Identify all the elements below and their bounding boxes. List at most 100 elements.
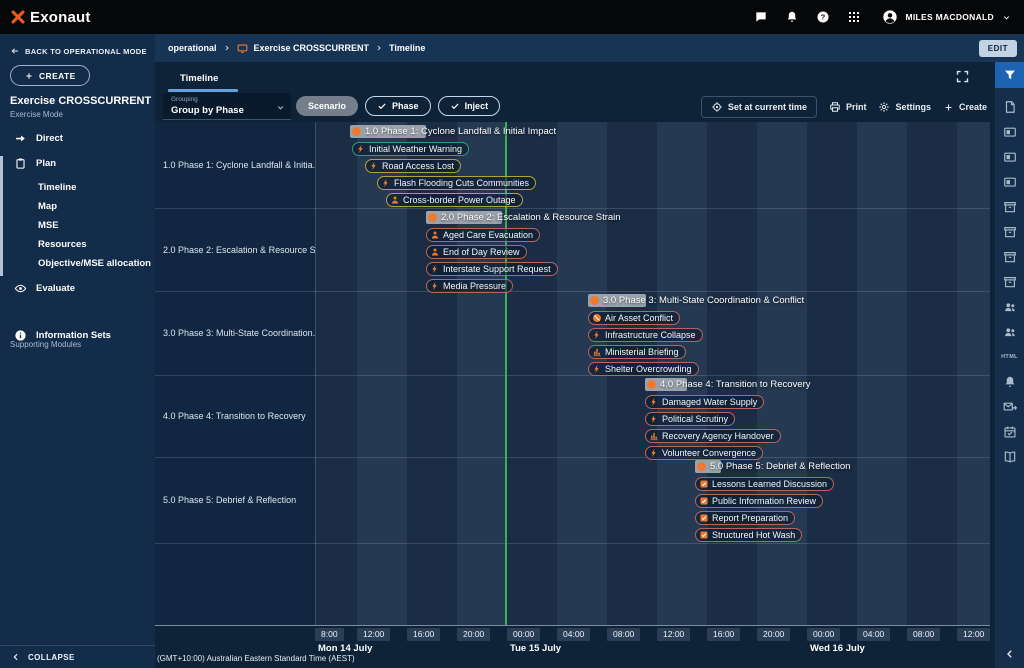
- tool-people-icon[interactable]: [995, 319, 1024, 344]
- lightning-icon: [369, 161, 379, 171]
- inject-shelter-overcrowding[interactable]: Shelter Overcrowding: [588, 362, 699, 376]
- time-axis: 8:0012:0016:0020:0000:0004:0008:0012:001…: [155, 625, 990, 668]
- tool-filter-icon[interactable]: [995, 62, 1024, 88]
- tool-archive-icon[interactable]: [995, 194, 1024, 219]
- apps-icon[interactable]: [847, 10, 861, 24]
- breadcrumb-exercise[interactable]: Exercise CROSSCURRENT: [254, 43, 370, 53]
- print-button[interactable]: Print: [829, 101, 867, 113]
- filter-chip-phase[interactable]: Phase: [365, 96, 431, 116]
- sidebar-item-information-sets[interactable]: Information Sets: [0, 325, 155, 345]
- tool-archive-icon[interactable]: [995, 269, 1024, 294]
- inject-structured-hot-wash[interactable]: Structured Hot Wash: [695, 528, 802, 542]
- plus-icon: [24, 71, 34, 81]
- phase-icon: [647, 380, 656, 389]
- row-label-phase-2: 2.0 Phase 2: Escalation & Resource S...: [155, 208, 315, 291]
- inject-label: End of Day Review: [443, 247, 520, 257]
- tool-archive-icon[interactable]: [995, 244, 1024, 269]
- exercise-mode-label: Exercise Mode: [10, 110, 63, 119]
- filter-chip-scenario[interactable]: Scenario: [296, 96, 358, 116]
- create-button[interactable]: Create: [943, 102, 987, 113]
- bell-icon[interactable]: [785, 10, 799, 24]
- user-name: MILES MACDONALD: [905, 12, 994, 22]
- help-icon[interactable]: ?: [816, 10, 830, 24]
- sidebar-item-evaluate[interactable]: Evaluate: [0, 278, 155, 298]
- breadcrumb-timeline[interactable]: Timeline: [389, 43, 425, 53]
- inject-initial-weather-warning[interactable]: Initial Weather Warning: [352, 142, 469, 156]
- inject-recovery-agency-handover[interactable]: Recovery Agency Handover: [645, 429, 781, 443]
- row-label-phase-4: 4.0 Phase 4: Transition to Recovery: [155, 375, 315, 457]
- grouping-select[interactable]: Grouping Group by Phase: [163, 93, 291, 120]
- sidebar-item-timeline[interactable]: Timeline: [0, 178, 155, 197]
- edit-button[interactable]: EDIT: [979, 40, 1017, 57]
- tool-mail-send-icon[interactable]: [995, 394, 1024, 419]
- tool-people-icon[interactable]: [995, 294, 1024, 319]
- settings-button[interactable]: Settings: [878, 101, 931, 113]
- info-icon: [13, 329, 27, 342]
- left-sidebar: BACK TO OPERATIONAL MODE CREATE Exercise…: [0, 34, 155, 668]
- breadcrumb-operational[interactable]: operational: [168, 43, 217, 53]
- axis-tick: 12:00: [657, 628, 690, 641]
- tool-html-icon[interactable]: HTML: [995, 344, 1024, 369]
- phase-bar-1[interactable]: 1.0 Phase 1: Cyclone Landfall & Initial …: [350, 125, 556, 138]
- inject-report-preparation[interactable]: Report Preparation: [695, 511, 795, 525]
- timeline-row-phase-3: 3.0 Phase 3: Multi-State Coordination & …: [315, 291, 990, 375]
- tool-bell-icon[interactable]: [995, 369, 1024, 394]
- fullscreen-icon[interactable]: [955, 69, 970, 84]
- chat-icon[interactable]: [754, 10, 768, 24]
- phase-bar-4[interactable]: 4.0 Phase 4: Transition to Recovery: [645, 378, 811, 391]
- inject-political-scrutiny[interactable]: Political Scrutiny: [645, 412, 735, 426]
- inject-aged-care-evacuation[interactable]: Aged Care Evacuation: [426, 228, 540, 242]
- avatar: [882, 9, 898, 25]
- sidebar-item-mse[interactable]: MSE: [0, 216, 155, 235]
- back-to-operational-mode-link[interactable]: BACK TO OPERATIONAL MODE: [10, 46, 147, 56]
- user-menu[interactable]: MILES MACDONALD: [882, 9, 1012, 25]
- create-button-sidebar[interactable]: CREATE: [10, 65, 90, 86]
- chevron-left-icon: [11, 652, 21, 662]
- tool-document-icon[interactable]: [995, 94, 1024, 119]
- inject-cross-border-power-outage[interactable]: Cross-border Power Outage: [386, 193, 523, 207]
- inject-air-asset-conflict[interactable]: Air Asset Conflict: [588, 311, 680, 325]
- tab-timeline[interactable]: Timeline: [168, 68, 230, 89]
- inject-end-of-day-review[interactable]: End of Day Review: [426, 245, 527, 259]
- filter-chip-inject[interactable]: Inject: [438, 96, 501, 116]
- inject-label: Air Asset Conflict: [605, 313, 673, 323]
- right-panel-collapse-button[interactable]: [1004, 648, 1016, 660]
- tool-archive-icon[interactable]: [995, 219, 1024, 244]
- tool-card-icon[interactable]: [995, 144, 1024, 169]
- inject-damaged-water-supply[interactable]: Damaged Water Supply: [645, 395, 764, 409]
- sidebar-item-label: Objective/MSE allocation: [38, 258, 151, 269]
- phase-bar-label: 1.0 Phase 1: Cyclone Landfall & Initial …: [365, 126, 556, 137]
- back-label: BACK TO OPERATIONAL MODE: [25, 47, 147, 56]
- axis-tick: 04:00: [557, 628, 590, 641]
- set-at-current-time-button[interactable]: Set at current time: [701, 96, 817, 118]
- lightning-icon: [356, 144, 366, 154]
- tool-book-icon[interactable]: [995, 444, 1024, 469]
- print-label: Print: [846, 102, 867, 112]
- inject-public-information-review[interactable]: Public Information Review: [695, 494, 823, 508]
- inject-road-access-lost[interactable]: Road Access Lost: [365, 159, 461, 173]
- grouping-label: Grouping: [171, 96, 198, 103]
- inject-flash-flooding-cuts-communities[interactable]: Flash Flooding Cuts Communities: [377, 176, 536, 190]
- tool-card-icon[interactable]: [995, 119, 1024, 144]
- phase-bar-3[interactable]: 3.0 Phase 3: Multi-State Coordination & …: [588, 294, 804, 307]
- sidebar-item-objective-mse-allocation[interactable]: Objective/MSE allocation: [0, 254, 155, 273]
- tool-card-icon[interactable]: [995, 169, 1024, 194]
- inject-interstate-support-request[interactable]: Interstate Support Request: [426, 262, 558, 276]
- task-icon: [699, 530, 709, 540]
- sidebar-collapse-button[interactable]: COLLAPSE: [0, 645, 155, 668]
- phase-bar-5[interactable]: 5.0 Phase 5: Debrief & Reflection: [695, 460, 850, 473]
- sidebar-item-map[interactable]: Map: [0, 197, 155, 216]
- inject-ministerial-briefing[interactable]: Ministerial Briefing: [588, 345, 686, 359]
- inject-label: Recovery Agency Handover: [662, 431, 774, 441]
- chip-label: Scenario: [308, 101, 346, 111]
- check-icon: [450, 101, 460, 111]
- phase-bar-2[interactable]: 2.0 Phase 2: Escalation & Resource Strai…: [426, 211, 621, 224]
- inject-lessons-learned-discussion[interactable]: Lessons Learned Discussion: [695, 477, 834, 491]
- sidebar-item-plan[interactable]: Plan: [0, 153, 155, 173]
- sidebar-item-direct[interactable]: Direct: [0, 128, 155, 148]
- sidebar-item-resources[interactable]: Resources: [0, 235, 155, 254]
- inject-infrastructure-collapse[interactable]: Infrastructure Collapse: [588, 328, 703, 342]
- inject-label: Report Preparation: [712, 513, 788, 523]
- tool-calendar-check-icon[interactable]: [995, 419, 1024, 444]
- exonaut-logo[interactable]: Exonaut: [10, 9, 91, 26]
